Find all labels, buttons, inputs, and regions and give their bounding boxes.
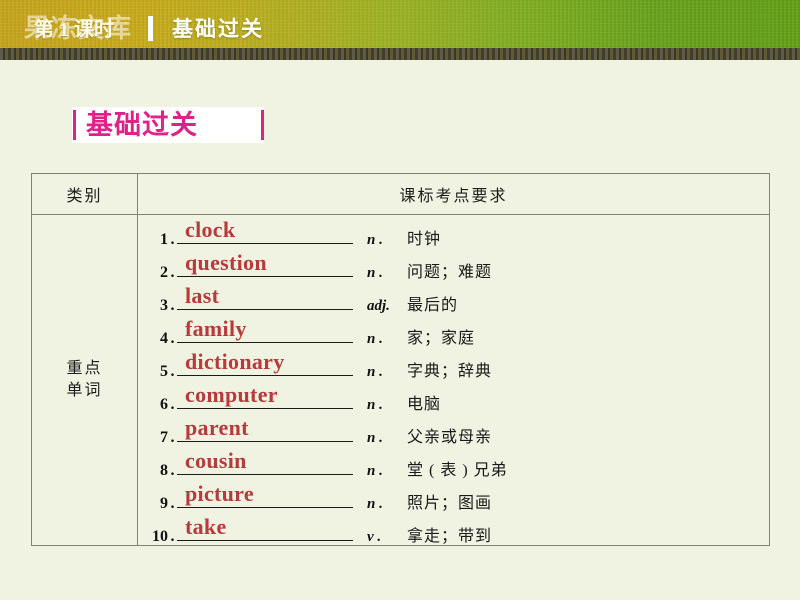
answer-word: dictionary	[185, 349, 285, 374]
part-of-speech: n .	[367, 463, 383, 479]
meaning-text: 字典；辞典	[407, 363, 493, 380]
part-of-speech: n .	[367, 232, 383, 248]
meaning-text: 堂 ( 表 ) 兄弟	[407, 462, 508, 479]
answer-blank[interactable]: cousin	[177, 446, 353, 475]
list-item: 6 . computer n . 电脑	[138, 380, 769, 414]
answer-blank[interactable]: clock	[177, 215, 353, 244]
top-banner: 果冻文库 第 1 课时 基础过关	[0, 0, 800, 48]
answer-blank[interactable]: picture	[177, 479, 353, 508]
item-number: 3	[160, 297, 168, 314]
meaning-text: 最后的	[407, 297, 459, 314]
item-number: 2	[160, 264, 168, 281]
list-item: 2 . question n . 问题；难题	[138, 248, 769, 282]
item-number: 4	[160, 330, 168, 347]
answer-blank[interactable]: family	[177, 314, 353, 343]
part-of-speech: n .	[367, 397, 383, 413]
part-of-speech: n .	[367, 430, 383, 446]
list-item: 10 . take v . 拿走；带到	[138, 512, 769, 546]
banner-title: 基础过关	[172, 17, 264, 41]
list-item: 5 . dictionary n . 字典；辞典	[138, 347, 769, 381]
category-label-line-2: 单词	[66, 382, 103, 399]
banner-separator-bar	[148, 16, 153, 41]
meaning-text: 时钟	[407, 231, 442, 248]
section-title-right-bar	[261, 110, 264, 140]
answer-blank[interactable]: computer	[177, 380, 353, 409]
item-dot: .	[170, 429, 175, 446]
answer-word: clock	[185, 217, 236, 242]
part-of-speech: n .	[367, 364, 383, 380]
item-dot: .	[170, 462, 175, 479]
item-dot: .	[170, 495, 175, 512]
item-dot: .	[170, 330, 175, 347]
item-dot: .	[170, 528, 175, 545]
answer-word: family	[185, 316, 247, 341]
list-item: 7 . parent n . 父亲或母亲	[138, 413, 769, 447]
item-dot: .	[170, 396, 175, 413]
meaning-text: 家；家庭	[407, 330, 476, 347]
table-body: 重点 单词 1 . clock n . 时钟 2 . question n . …	[31, 214, 770, 546]
category-label-line-1: 重点	[66, 360, 103, 377]
answer-blank[interactable]: dictionary	[177, 347, 353, 376]
part-of-speech: adj.	[367, 298, 390, 314]
item-number: 5	[160, 363, 168, 380]
answer-word: cousin	[185, 448, 247, 473]
item-number: 6	[160, 396, 168, 413]
banner-lesson-label: 第 1 课时	[34, 19, 114, 41]
list-item: 9 . picture n . 照片；图画	[138, 479, 769, 513]
answer-word: take	[185, 514, 227, 539]
item-dot: .	[170, 363, 175, 380]
table-header-requirement: 课标考点要求	[137, 173, 770, 215]
part-of-speech: n .	[367, 265, 383, 281]
category-cell-key-words: 重点 单词	[31, 214, 138, 546]
meaning-text: 问题；难题	[407, 264, 493, 281]
item-number: 8	[160, 462, 168, 479]
meaning-text: 拿走；带到	[407, 528, 493, 545]
word-list-cell: 1 . clock n . 时钟 2 . question n . 问题；难题	[137, 214, 770, 546]
meaning-text: 父亲或母亲	[407, 429, 493, 446]
answer-blank[interactable]: question	[177, 248, 353, 277]
item-dot: .	[170, 264, 175, 281]
part-of-speech: n .	[367, 496, 383, 512]
list-item: 8 . cousin n . 堂 ( 表 ) 兄弟	[138, 446, 769, 480]
section-title-left-bar	[73, 110, 76, 140]
list-item: 1 . clock n . 时钟	[138, 215, 769, 249]
answer-blank[interactable]: take	[177, 512, 353, 541]
item-dot: .	[170, 231, 175, 248]
item-dot: .	[170, 297, 175, 314]
meaning-text: 照片；图画	[407, 495, 493, 512]
page-title: 基础过关	[86, 110, 198, 140]
answer-word: parent	[185, 415, 249, 440]
answer-word: computer	[185, 382, 278, 407]
item-number: 10	[152, 528, 168, 545]
list-item: 3 . last adj. 最后的	[138, 281, 769, 315]
table-header-category: 类别	[31, 173, 138, 215]
answer-word: picture	[185, 481, 254, 506]
table-row: 重点 单词 1 . clock n . 时钟 2 . question n . …	[31, 214, 770, 546]
table-head: 类别 课标考点要求	[31, 173, 770, 215]
part-of-speech: n .	[367, 331, 383, 347]
answer-blank[interactable]: parent	[177, 413, 353, 442]
item-number: 7	[160, 429, 168, 446]
answer-word: question	[185, 250, 267, 275]
banner-bottom-strip	[0, 48, 800, 60]
vocabulary-table: 类别 课标考点要求 重点 单词 1 . clock n . 时钟 2 . que…	[31, 173, 770, 546]
answer-blank[interactable]: last	[177, 281, 353, 310]
part-of-speech: v .	[367, 529, 382, 545]
meaning-text: 电脑	[407, 396, 442, 413]
answer-word: last	[185, 283, 220, 308]
list-item: 4 . family n . 家；家庭	[138, 314, 769, 348]
item-number: 9	[160, 495, 168, 512]
table-header-row: 类别 课标考点要求	[31, 173, 770, 215]
item-number: 1	[160, 231, 168, 248]
